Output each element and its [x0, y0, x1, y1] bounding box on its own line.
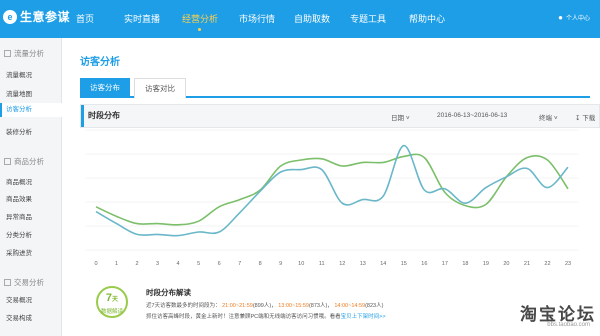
forum-watermark-url: bbs.taobao.com — [547, 322, 590, 328]
download-button[interactable]: ↧ 下载 — [575, 112, 595, 122]
group-icon — [4, 158, 11, 165]
x-tick-label: 18 — [462, 261, 468, 267]
chart-grid — [86, 129, 578, 251]
nav-item-0[interactable]: 首页 — [76, 12, 94, 25]
tab-visitor-distribution[interactable]: 访客分布 — [80, 78, 130, 98]
x-axis-ticks: 0 1 2 3 4 5 6 7 8 9 10 11 12 13 14 15 16 17 18 19 20 21 22 23 — [94, 261, 571, 267]
x-tick-label: 15 — [401, 261, 407, 267]
device-selector[interactable]: 终端 ˅ — [539, 112, 558, 122]
x-tick-label: 5 — [197, 261, 200, 267]
sidebar-item-category-analysis[interactable]: 分类分析 — [6, 229, 32, 239]
x-tick-label: 22 — [544, 261, 550, 267]
nav-item-4[interactable]: 自助取数 — [294, 12, 330, 25]
nav-active-indicator — [198, 28, 201, 31]
nav-item-5[interactable]: 专题工具 — [350, 12, 386, 25]
sidebar-item-abnormal-product[interactable]: 异常商品 — [6, 211, 32, 221]
user-icon: ● — [558, 13, 563, 22]
tab-visitor-comparison[interactable]: 访客对比 — [134, 78, 186, 98]
interpretation-title: 时段分布解读 — [146, 288, 191, 297]
group-icon — [4, 279, 11, 286]
app-title: 生意参谋 — [20, 10, 71, 24]
chevron-down-icon: ˅ — [405, 115, 410, 122]
x-tick-label: 2 — [136, 261, 139, 267]
x-tick-label: 0 — [94, 261, 97, 267]
x-tick-label: 3 — [156, 261, 159, 267]
download-icon: ↧ — [575, 115, 581, 122]
sidebar-item-traffic-overview[interactable]: 流量概况 — [6, 69, 32, 79]
peak-time-3: 14:00~14:59 — [334, 303, 366, 309]
listing-time-link[interactable]: 宝贝上下架时间>> — [341, 314, 386, 320]
sidebar-group-product[interactable]: 商品分析 — [4, 156, 44, 167]
interpretation-line-1: 近7天访客数最多的时间段为： 21:00~21:59(899人)， 13:00~… — [146, 303, 384, 309]
nav-item-6[interactable]: 帮助中心 — [409, 12, 445, 25]
panel-title: 时段分布 — [81, 105, 120, 127]
x-tick-label: 12 — [339, 261, 345, 267]
user-center-label: 个人中心 — [565, 16, 590, 22]
x-tick-label: 8 — [259, 261, 262, 267]
interpretation-line-2: 抓住访客高峰时段，黄金上新时！注意兼顾PC端和无线端访客访问习惯哦。看看宝贝上下… — [146, 314, 386, 320]
nav-item-3[interactable]: 市场行情 — [239, 12, 275, 25]
time-distribution-chart: 0 1 2 3 4 5 6 7 8 9 10 11 12 13 14 15 16 17 18 19 20 21 22 23 — [86, 129, 578, 267]
date-selector[interactable]: 日期 ˅ — [391, 112, 410, 122]
x-tick-label: 6 — [218, 261, 221, 267]
date-range: 2016-06-13~2016-06-13 — [437, 112, 508, 119]
x-tick-label: 7 — [238, 261, 241, 267]
x-tick-label: 16 — [421, 261, 427, 267]
x-tick-label: 4 — [177, 261, 180, 267]
sidebar-item-trade-composition[interactable]: 交易构成 — [6, 312, 32, 322]
x-tick-label: 11 — [319, 261, 325, 267]
sidebar-item-decoration[interactable]: 装修分析 — [6, 126, 32, 136]
x-tick-label: 17 — [442, 261, 448, 267]
sidebar-item-product-overview[interactable]: 商品概况 — [6, 176, 32, 186]
sidebar-item-purchasing[interactable]: 采购进货 — [6, 247, 32, 257]
chart-panel-header: 时段分布 日期 ˅ 2016-06-13~2016-06-13 终端 ˅ ↧ 下… — [80, 104, 600, 128]
data-interpretation-badge: 7天 数据解读 — [96, 286, 128, 318]
chart-series — [95, 144, 569, 237]
x-tick-label: 20 — [503, 261, 509, 267]
sidebar: 流量分析 流量概况 流量地图 访客分析 装修分析 商品分析 商品概况 商品效果 … — [0, 38, 62, 336]
sidebar-group-trade[interactable]: 交易分析 — [4, 277, 44, 288]
user-center-menu[interactable]: ● 个人中心 — [558, 13, 590, 22]
logo-icon: e — [3, 9, 17, 24]
x-tick-label: 21 — [524, 261, 530, 267]
x-tick-label: 19 — [483, 261, 489, 267]
sidebar-item-product-effect[interactable]: 商品效果 — [6, 193, 32, 203]
nav-item-1[interactable]: 实时直播 — [124, 12, 160, 25]
peak-time-2: 13:00~15:59 — [278, 303, 309, 309]
x-tick-label: 10 — [298, 261, 304, 267]
app-logo[interactable]: e 生意参谋 — [3, 8, 70, 25]
sidebar-item-trade-overview[interactable]: 交易概况 — [6, 294, 32, 304]
x-tick-label: 1 — [115, 261, 118, 267]
x-tick-label: 23 — [565, 261, 571, 267]
sidebar-item-visitor-analysis[interactable]: 访客分析 — [0, 103, 62, 117]
series-line-0 — [95, 153, 569, 226]
nav-item-2[interactable]: 经营分析 — [182, 12, 218, 25]
top-navigation-bar: e 生意参谋 首页 实时直播 经营分析 市场行情 自助取数 专题工具 帮助中心 ● 个人中心 — [0, 0, 600, 38]
badge-unit: 天 — [112, 297, 119, 303]
group-icon — [4, 50, 11, 57]
chevron-down-icon: ˅ — [553, 115, 558, 122]
peak-time-1: 21:00~21:59 — [222, 303, 253, 309]
x-tick-label: 9 — [279, 261, 282, 267]
badge-label: 数据解读 — [100, 309, 123, 315]
tab-bar: 访客分布 访客对比 — [80, 78, 590, 98]
sidebar-item-traffic-map[interactable]: 流量地图 — [6, 88, 32, 98]
sidebar-group-traffic[interactable]: 流量分析 — [4, 48, 44, 59]
x-tick-label: 14 — [380, 261, 386, 267]
page-title: 访客分析 — [80, 57, 120, 68]
x-tick-label: 13 — [360, 261, 366, 267]
